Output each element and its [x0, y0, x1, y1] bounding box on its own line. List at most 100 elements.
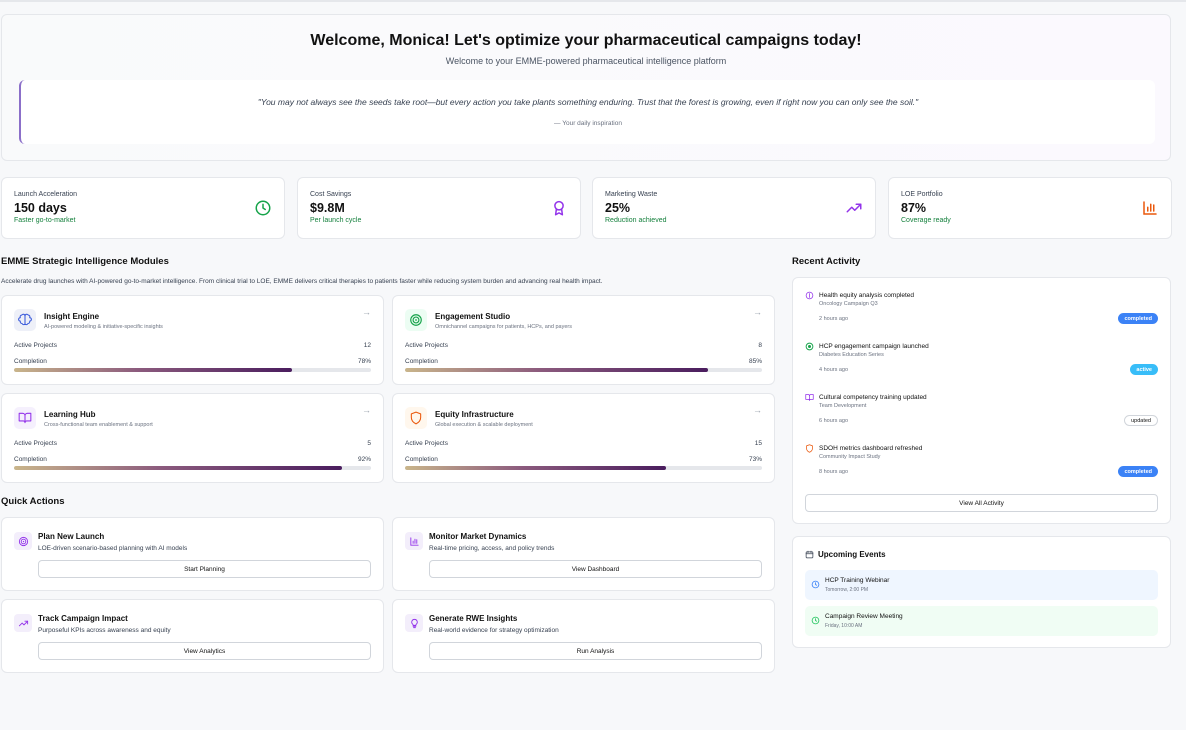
- active-projects-value: 5: [367, 440, 371, 447]
- trending-up-icon: [846, 203, 862, 213]
- target-icon: [410, 314, 422, 326]
- quick-action-description: LOE-driven scenario-based planning with …: [38, 545, 188, 552]
- target-icon: [18, 536, 28, 546]
- activity-time: 4 hours ago: [819, 367, 849, 373]
- active-projects-value: 8: [758, 342, 762, 349]
- stat-note: Reduction achieved: [605, 217, 667, 224]
- activity-item[interactable]: HCP engagement campaign launched Diabete…: [805, 342, 1158, 392]
- welcome-title: Welcome, Monica! Let's optimize your pha…: [310, 32, 862, 49]
- activity-item[interactable]: Cultural competency training updated Tea…: [805, 393, 1158, 443]
- quick-action-icon-box: [405, 614, 423, 632]
- clock-icon: [255, 200, 271, 216]
- lightbulb-icon: [410, 618, 418, 628]
- activity-subtitle: Diabetes Education Series: [819, 352, 884, 358]
- bar-chart-icon: [1143, 201, 1157, 215]
- clock-icon: [811, 580, 820, 589]
- arrow-right-icon[interactable]: →: [362, 405, 371, 415]
- arrow-right-icon[interactable]: →: [753, 405, 762, 415]
- progress-fill: [14, 368, 293, 372]
- stat-label: LOE Portfolio: [901, 191, 943, 198]
- activity-time: 2 hours ago: [819, 316, 849, 322]
- stat-value: 25%: [605, 201, 631, 215]
- quick-action-icon-box: [14, 532, 32, 550]
- event-time: Tomorrow, 2:00 PM: [825, 587, 869, 593]
- module-title: Insight Engine: [44, 312, 100, 321]
- start-planning-button[interactable]: Start Planning: [38, 560, 371, 578]
- active-projects-label: Active Projects: [405, 342, 448, 349]
- module-description: AI-powered modeling & initiative-specifi…: [44, 324, 163, 330]
- quick-actions-title: Quick Actions: [1, 496, 65, 507]
- quick-action-icon-box: [14, 614, 32, 632]
- arrow-right-icon[interactable]: →: [753, 307, 762, 317]
- activity-subtitle: Team Development: [819, 403, 867, 409]
- module-card-insight-engine[interactable]: Insight Engine AI-powered modeling & ini…: [1, 295, 384, 385]
- stat-note: Faster go-to-market: [14, 217, 76, 224]
- status-badge: completed: [1118, 466, 1158, 477]
- stat-card-loe-portfolio: LOE Portfolio 87% Coverage ready: [888, 177, 1172, 239]
- quick-action-monitor-market: Monitor Market Dynamics Real-time pricin…: [392, 517, 775, 591]
- top-divider: [0, 0, 1186, 2]
- active-projects-label: Active Projects: [14, 440, 57, 447]
- activity-title: Health equity analysis completed: [819, 292, 915, 299]
- stat-card-launch-acceleration: Launch Acceleration 150 days Faster go-t…: [1, 177, 285, 239]
- activity-item[interactable]: Health equity analysis completed Oncolog…: [805, 291, 1158, 341]
- activity-item[interactable]: SDOH metrics dashboard refreshed Communi…: [805, 444, 1158, 494]
- activity-time: 6 hours ago: [819, 418, 849, 424]
- stat-value: $9.8M: [310, 201, 345, 215]
- progress-fill: [405, 368, 709, 372]
- award-icon: [554, 200, 564, 216]
- active-projects-value: 15: [754, 440, 762, 447]
- progress-fill: [405, 466, 666, 470]
- upcoming-events-header: Upcoming Events: [805, 550, 886, 559]
- module-card-engagement-studio[interactable]: Engagement Studio Omnichannel campaigns …: [392, 295, 775, 385]
- module-description: Cross-functional team enablement & suppo…: [44, 422, 153, 428]
- upcoming-events-panel: Upcoming Events HCP Training Webinar Tom…: [792, 536, 1171, 648]
- brain-icon: [18, 313, 32, 326]
- view-dashboard-button[interactable]: View Dashboard: [429, 560, 762, 578]
- target-icon: [805, 342, 814, 351]
- recent-activity-panel: Health equity analysis completed Oncolog…: [792, 277, 1171, 524]
- status-badge: completed: [1118, 313, 1158, 324]
- stat-note: Per launch cycle: [310, 217, 362, 224]
- completion-progress-bar: [14, 466, 371, 470]
- run-analysis-button[interactable]: Run Analysis: [429, 642, 762, 660]
- quick-action-description: Purposeful KPIs across awareness and equ…: [38, 627, 171, 634]
- activity-subtitle: Oncology Campaign Q3: [819, 301, 878, 307]
- view-analytics-button[interactable]: View Analytics: [38, 642, 371, 660]
- arrow-right-icon[interactable]: →: [362, 307, 371, 317]
- calendar-icon: [805, 550, 814, 559]
- view-all-activity-button[interactable]: View All Activity: [805, 494, 1158, 512]
- module-card-equity-infrastructure[interactable]: Equity Infrastructure Global execution &…: [392, 393, 775, 483]
- active-projects-value: 12: [363, 342, 371, 349]
- completion-progress-bar: [14, 368, 371, 372]
- module-icon-box: [405, 407, 427, 429]
- stat-label: Marketing Waste: [605, 191, 658, 198]
- module-card-learning-hub[interactable]: Learning Hub Cross-functional team enabl…: [1, 393, 384, 483]
- module-title: Equity Infrastructure: [435, 410, 514, 419]
- event-title: HCP Training Webinar: [825, 577, 890, 584]
- upcoming-events-title: Upcoming Events: [818, 550, 886, 559]
- progress-fill: [14, 466, 343, 470]
- completion-value: 78%: [357, 358, 371, 365]
- activity-title: SDOH metrics dashboard refreshed: [819, 445, 923, 452]
- quick-action-plan-new-launch: Plan New Launch LOE-driven scenario-base…: [1, 517, 384, 591]
- module-icon-box: [14, 407, 36, 429]
- completion-progress-bar: [405, 368, 762, 372]
- daily-quote: "You may not always see the seeds take r…: [19, 80, 1155, 144]
- activity-title: Cultural competency training updated: [819, 394, 927, 401]
- completion-label: Completion: [14, 358, 47, 365]
- welcome-subtitle: Welcome to your EMME-powered pharmaceuti…: [445, 56, 727, 66]
- completion-label: Completion: [405, 456, 438, 463]
- stat-note: Coverage ready: [901, 217, 951, 224]
- quick-action-title: Monitor Market Dynamics: [429, 532, 527, 541]
- book-icon: [18, 412, 32, 424]
- event-item-hcp-webinar[interactable]: HCP Training Webinar Tomorrow, 2:00 PM: [805, 570, 1158, 600]
- activity-subtitle: Community Impact Study: [819, 454, 881, 460]
- book-icon: [805, 394, 814, 401]
- event-item-campaign-review[interactable]: Campaign Review Meeting Friday, 10:00 AM: [805, 606, 1158, 636]
- stat-value: 150 days: [14, 201, 67, 215]
- brain-icon: [805, 291, 814, 300]
- completion-value: 92%: [357, 456, 371, 463]
- shield-icon: [410, 411, 422, 425]
- recent-activity-title: Recent Activity: [792, 256, 861, 267]
